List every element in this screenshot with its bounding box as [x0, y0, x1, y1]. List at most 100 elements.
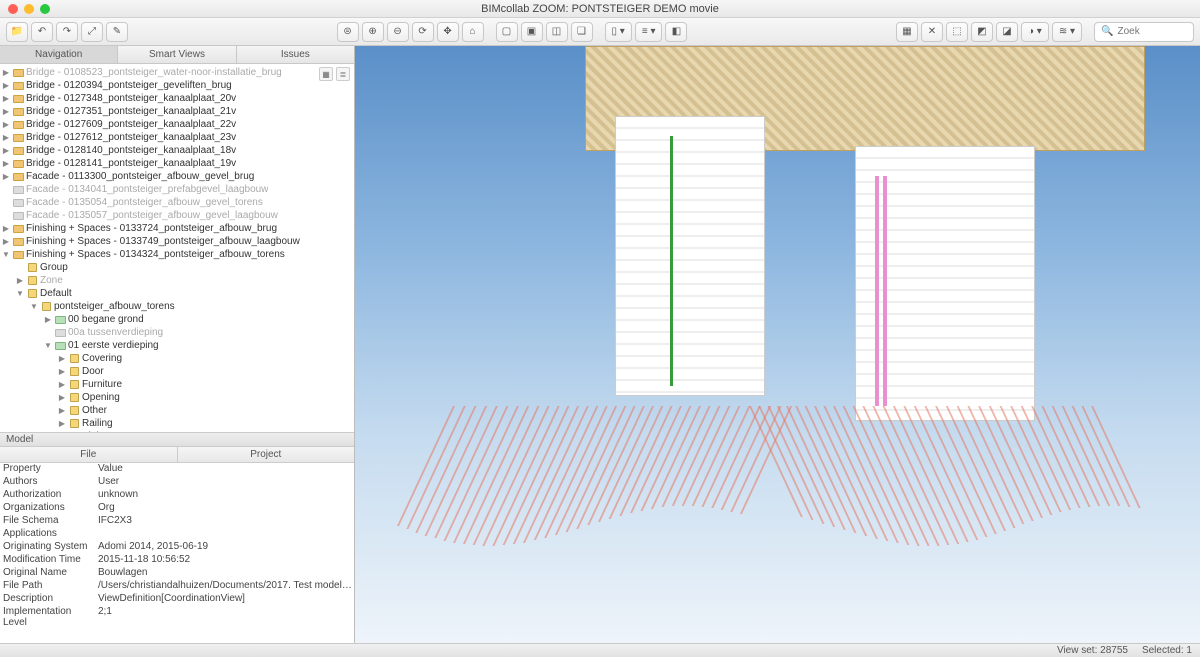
- orbit-button[interactable]: ⟳: [412, 22, 434, 42]
- select-button[interactable]: ⤢: [81, 22, 103, 42]
- disclosure-arrow-icon[interactable]: ▶: [2, 172, 10, 181]
- folder-icon: [12, 224, 24, 234]
- tree-row[interactable]: Facade - 0135054_pontsteiger_afbouw_geve…: [0, 196, 354, 209]
- zoom-in-button[interactable]: ⊕: [362, 22, 384, 42]
- model-tree[interactable]: ▦ ≣ ▶Bridge - 0108523_pontsteiger_water-…: [0, 64, 354, 432]
- zoom-fit-button[interactable]: ⊜: [337, 22, 359, 42]
- disclosure-arrow-icon[interactable]: ▶: [2, 133, 10, 142]
- tab-issues[interactable]: Issues: [237, 46, 354, 63]
- tree-row[interactable]: ▶ Finishing + Spaces - 0133749_pontsteige…: [0, 235, 354, 248]
- tool-b-button[interactable]: ✕: [921, 22, 943, 42]
- persp-button[interactable]: ▢: [496, 22, 518, 42]
- col-file[interactable]: File: [0, 447, 178, 462]
- tree-row[interactable]: Group: [0, 261, 354, 274]
- disclosure-arrow-icon[interactable]: ▶: [58, 393, 66, 402]
- tree-row[interactable]: ▶Bridge - 0128141_pontsteiger_kanaalplaa…: [0, 157, 354, 170]
- tree-row[interactable]: Facade - 0135057_pontsteiger_afbouw_geve…: [0, 209, 354, 222]
- disclosure-arrow-icon[interactable]: ▶: [2, 224, 10, 233]
- disclosure-arrow-icon[interactable]: ▶: [2, 159, 10, 168]
- tree-row[interactable]: ▼pontsteiger_afbouw_torens: [0, 300, 354, 313]
- disclosure-arrow-icon[interactable]: ▶: [2, 146, 10, 155]
- redo-button[interactable]: ↷: [56, 22, 78, 42]
- disclosure-arrow-icon[interactable]: ▶: [16, 276, 24, 285]
- folder-icon: [54, 341, 66, 351]
- tree-row[interactable]: ▼01 eerste verdieping: [0, 339, 354, 352]
- tool-e-button[interactable]: ◪: [996, 22, 1018, 42]
- tree-item-label: Finishing + Spaces - 0133749_pontsteiger…: [26, 236, 300, 247]
- tab-smart-views[interactable]: Smart Views: [118, 46, 236, 63]
- tree-row[interactable]: ▶Slab: [0, 430, 354, 432]
- search-input[interactable]: [1117, 26, 1177, 37]
- tree-row[interactable]: ▶Facade - 0113300_pontsteiger_afbouw_gev…: [0, 170, 354, 183]
- tree-row[interactable]: ▶Bridge - 0127612_pontsteiger_kanaalplaa…: [0, 131, 354, 144]
- tree-row[interactable]: ▶Other: [0, 404, 354, 417]
- disclosure-arrow-icon[interactable]: ▶: [44, 315, 52, 324]
- tab-navigation[interactable]: Navigation: [0, 46, 118, 63]
- paint-button[interactable]: ✎: [106, 22, 128, 42]
- undo-button[interactable]: ↶: [31, 22, 53, 42]
- tree-row[interactable]: Facade - 0134041_pontsteiger_prefabgevel…: [0, 183, 354, 196]
- cube1-button[interactable]: ◫: [546, 22, 568, 42]
- ortho-button[interactable]: ▣: [521, 22, 543, 42]
- color-dropdown[interactable]: ◑ ▾: [1021, 22, 1049, 42]
- property-row: PropertyValue: [0, 463, 354, 476]
- list-dropdown[interactable]: ≡ ▾: [635, 22, 663, 42]
- disclosure-arrow-icon[interactable]: ▶: [58, 354, 66, 363]
- 3d-viewport[interactable]: [355, 46, 1200, 643]
- tree-row[interactable]: ▶Opening: [0, 391, 354, 404]
- pan-button[interactable]: ✥: [437, 22, 459, 42]
- col-project[interactable]: Project: [178, 447, 355, 462]
- tree-item-label: Covering: [82, 353, 122, 364]
- clip-button[interactable]: ◧: [665, 22, 687, 42]
- disclosure-arrow-icon[interactable]: ▼: [16, 289, 24, 298]
- disclosure-arrow-icon[interactable]: ▶: [2, 237, 10, 246]
- element-icon: [68, 367, 80, 377]
- disclosure-arrow-icon[interactable]: ▼: [2, 250, 10, 259]
- disclosure-arrow-icon[interactable]: ▶: [2, 68, 10, 77]
- disclosure-arrow-icon[interactable]: ▶: [58, 380, 66, 389]
- tree-row[interactable]: ▶Door: [0, 365, 354, 378]
- tree-row[interactable]: ▶Furniture: [0, 378, 354, 391]
- tree-row[interactable]: ▶Finishing + Spaces - 0133724_pontsteige…: [0, 222, 354, 235]
- layer-dropdown[interactable]: ≋ ▾: [1052, 22, 1082, 42]
- tree-list-icon[interactable]: ≣: [336, 67, 350, 81]
- cube2-button[interactable]: ❏: [571, 22, 593, 42]
- prop-key: Implementation Level: [0, 606, 95, 619]
- disclosure-arrow-icon[interactable]: ▼: [44, 341, 52, 350]
- tree-row[interactable]: ▶ Covering: [0, 352, 354, 365]
- tool-a-button[interactable]: ▦: [896, 22, 918, 42]
- property-row: Applications: [0, 528, 354, 541]
- disclosure-arrow-icon[interactable]: ▶: [58, 419, 66, 428]
- walk-button[interactable]: ⌂: [462, 22, 484, 42]
- disclosure-arrow-icon[interactable]: ▶: [2, 94, 10, 103]
- disclosure-arrow-icon[interactable]: ▶: [2, 81, 10, 90]
- search-box[interactable]: 🔍: [1094, 22, 1194, 42]
- tree-row[interactable]: ▶Bridge - 0128140_pontsteiger_kanaalplaa…: [0, 144, 354, 157]
- tree-item-label: Facade - 0135054_pontsteiger_afbouw_geve…: [26, 197, 263, 208]
- zoom-out-button[interactable]: ⊖: [387, 22, 409, 42]
- tree-row[interactable]: ▶Bridge - 0127609_pontsteiger_kanaalplaa…: [0, 118, 354, 131]
- tree-grid-icon[interactable]: ▦: [319, 67, 333, 81]
- tree-row[interactable]: ▼Finishing + Spaces - 0134324_pontsteige…: [0, 248, 354, 261]
- tree-row[interactable]: ▶Bridge - 0127351_pontsteiger_kanaalplaa…: [0, 105, 354, 118]
- tool-d-button[interactable]: ◩: [971, 22, 993, 42]
- search-icon: 🔍: [1101, 26, 1113, 37]
- tree-row[interactable]: ▶Bridge - 0120394_pontsteiger_geveliften…: [0, 79, 354, 92]
- tree-row[interactable]: ▶Railing: [0, 417, 354, 430]
- tree-row[interactable]: 00a tussenverdieping: [0, 326, 354, 339]
- prop-key: Modification Time: [0, 554, 95, 567]
- disclosure-arrow-icon[interactable]: ▼: [30, 302, 38, 311]
- disclosure-arrow-icon[interactable]: ▶: [58, 406, 66, 415]
- open-file-button[interactable]: 📁: [6, 22, 28, 42]
- tree-row[interactable]: ▶00 begane grond: [0, 313, 354, 326]
- tree-row[interactable]: ▼Default: [0, 287, 354, 300]
- tree-row[interactable]: ▶Bridge - 0108523_pontsteiger_water-noor…: [0, 66, 354, 79]
- tree-row[interactable]: ▶Zone: [0, 274, 354, 287]
- property-row: DescriptionViewDefinition[CoordinationVi…: [0, 593, 354, 606]
- disclosure-arrow-icon[interactable]: ▶: [2, 107, 10, 116]
- tree-row[interactable]: ▶Bridge - 0127348_pontsteiger_kanaalplaa…: [0, 92, 354, 105]
- section-dropdown[interactable]: ▯ ▾: [605, 22, 632, 42]
- disclosure-arrow-icon[interactable]: ▶: [2, 120, 10, 129]
- disclosure-arrow-icon[interactable]: ▶: [58, 367, 66, 376]
- tool-c-button[interactable]: ⬚: [946, 22, 968, 42]
